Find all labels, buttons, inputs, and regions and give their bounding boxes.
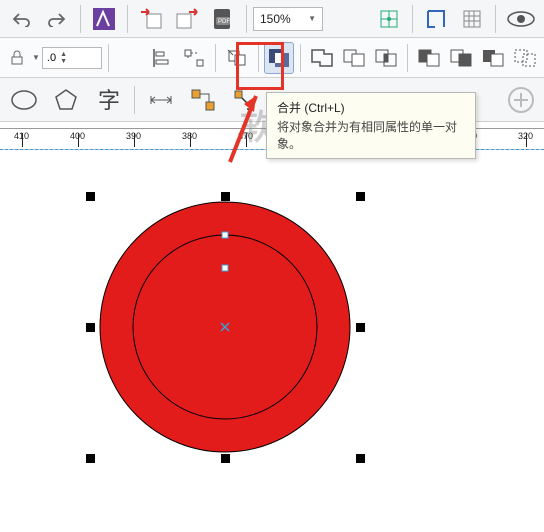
toolbar-row-2: ▼ .0 ▲▼ (0, 38, 544, 78)
lock-button[interactable] (4, 45, 30, 71)
zoom-level-select[interactable]: 150% ▼ (253, 7, 323, 31)
distribute-button[interactable] (179, 42, 209, 74)
toolbar-row-1: PDF 150% ▼ (0, 0, 544, 38)
tooltip-desc: 将对象合并为有相同属性的单一对象。 (277, 118, 465, 152)
divider (258, 44, 259, 72)
grid-button[interactable] (455, 3, 489, 35)
divider (108, 44, 109, 72)
simplify-button[interactable] (414, 42, 444, 74)
svg-text:字: 字 (98, 88, 120, 113)
divider (215, 44, 216, 72)
guides-button[interactable] (419, 3, 453, 35)
export-button[interactable] (170, 3, 204, 35)
selection-handle[interactable] (356, 323, 365, 332)
selection-handle[interactable] (221, 454, 230, 463)
spin-value: .0 (47, 52, 56, 64)
drawing-canvas[interactable] (0, 152, 544, 532)
tooltip: 合并 (Ctrl+L) 将对象合并为有相同属性的单一对象。 (266, 92, 476, 159)
chevron-down-icon: ▼ (32, 53, 40, 62)
divider (412, 5, 413, 33)
back-minus-front-button[interactable] (478, 42, 508, 74)
divider (246, 5, 247, 33)
preview-button[interactable] (502, 3, 540, 35)
pdf-export-button[interactable]: PDF (206, 3, 240, 35)
zoom-value: 150% (260, 12, 304, 26)
ellipse-tool[interactable] (4, 82, 44, 118)
front-minus-back-button[interactable] (446, 42, 476, 74)
align-left-button[interactable] (147, 42, 177, 74)
selection-handle[interactable] (86, 323, 95, 332)
boundary-button[interactable] (510, 42, 540, 74)
snap-button[interactable] (372, 3, 406, 35)
divider (127, 5, 128, 33)
undo-button[interactable] (4, 3, 38, 35)
annotation-arrow (222, 88, 262, 166)
order-button[interactable] (222, 42, 252, 74)
dimension-tool[interactable] (141, 82, 181, 118)
connector-tool[interactable] (183, 82, 223, 118)
divider (300, 44, 301, 72)
polygon-tool[interactable] (46, 82, 86, 118)
add-button[interactable] (502, 82, 540, 118)
selection-handle[interactable] (356, 454, 365, 463)
weld-button[interactable] (307, 42, 337, 74)
selection-handle[interactable] (86, 454, 95, 463)
divider (407, 44, 408, 72)
app-icon[interactable] (87, 3, 121, 35)
divider (80, 5, 81, 33)
outline-width-input[interactable]: .0 ▲▼ (42, 47, 102, 69)
trim-button[interactable] (339, 42, 369, 74)
selection-handle[interactable] (356, 192, 365, 201)
combine-button[interactable] (264, 42, 294, 74)
tooltip-title: 合并 (Ctrl+L) (277, 99, 465, 116)
divider (134, 86, 135, 114)
redo-button[interactable] (40, 3, 74, 35)
shape-group[interactable] (0, 152, 544, 532)
import-button[interactable] (134, 3, 168, 35)
chevron-down-icon: ▼ (308, 14, 316, 23)
selection-handle[interactable] (86, 192, 95, 201)
divider (495, 5, 496, 33)
svg-text:PDF: PDF (218, 19, 230, 25)
text-tool[interactable]: 字 (88, 82, 128, 118)
selection-handle[interactable] (221, 192, 230, 201)
intersect-button[interactable] (371, 42, 401, 74)
